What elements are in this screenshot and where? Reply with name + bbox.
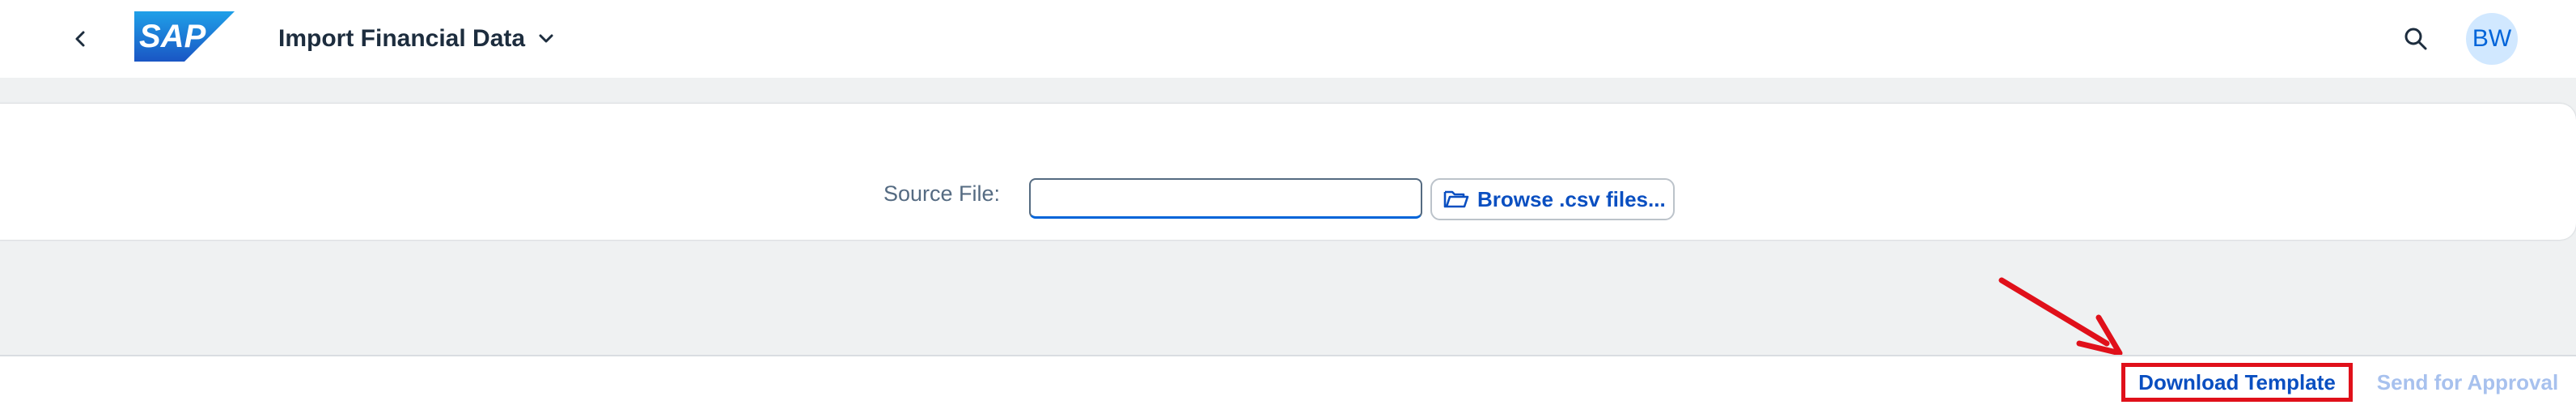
chevron-down-icon bbox=[536, 29, 556, 49]
form-panel bbox=[0, 104, 2576, 240]
back-button[interactable] bbox=[61, 19, 100, 58]
download-template-button[interactable]: Download Template bbox=[2121, 363, 2353, 402]
shell-bar: SAP Import Financial Data BW bbox=[0, 0, 2576, 78]
avatar[interactable]: BW bbox=[2466, 13, 2518, 65]
browse-csv-label: Browse .csv files... bbox=[1477, 186, 1666, 211]
sap-logo: SAP bbox=[134, 11, 235, 62]
browse-csv-button[interactable]: Browse .csv files... bbox=[1430, 178, 1675, 220]
open-folder-icon bbox=[1443, 188, 1469, 211]
send-for-approval-button[interactable]: Send for Approval bbox=[2371, 363, 2565, 402]
app-title-menu[interactable]: Import Financial Data bbox=[278, 21, 556, 57]
page-title: Import Financial Data bbox=[278, 25, 526, 52]
search-icon bbox=[2404, 28, 2427, 50]
source-file-label: Source File: bbox=[883, 181, 1001, 206]
annotation-arrow bbox=[1998, 277, 2123, 356]
search-button[interactable] bbox=[2396, 19, 2435, 58]
source-file-input[interactable] bbox=[1029, 178, 1422, 219]
sap-logo-text: SAP bbox=[139, 19, 206, 54]
chevron-left-icon bbox=[75, 31, 85, 47]
